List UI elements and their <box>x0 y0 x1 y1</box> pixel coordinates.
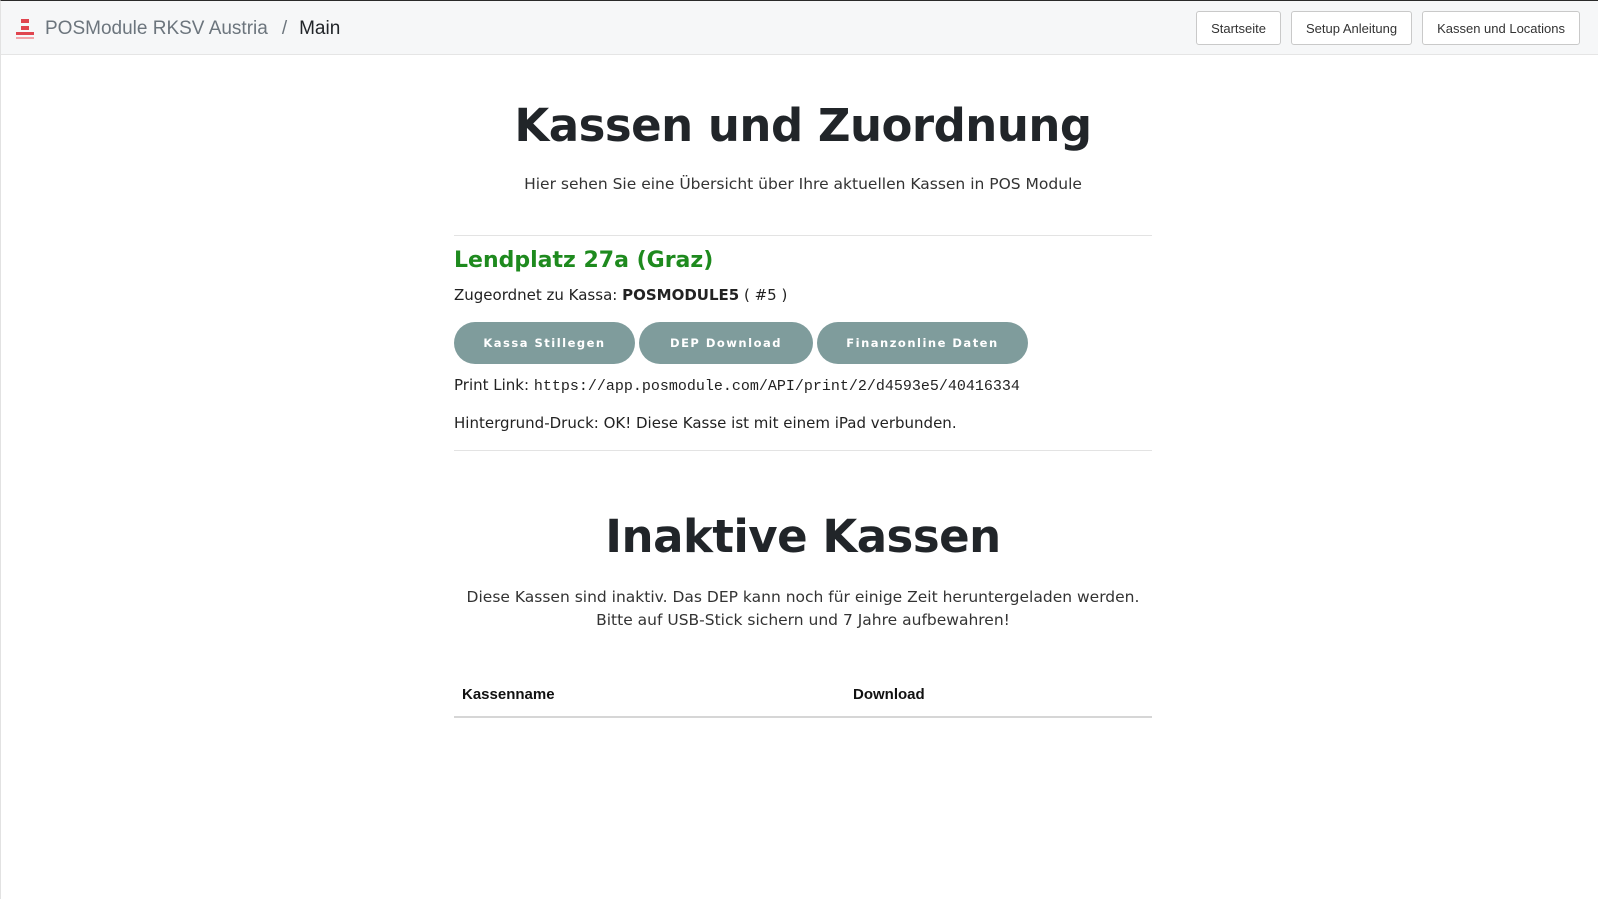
kassa-stillegen-button[interactable]: Kassa Stillegen <box>454 322 635 364</box>
assigned-label: Zugeordnet zu Kassa: <box>454 286 618 304</box>
register-number: ( #5 ) <box>743 286 788 304</box>
divider <box>454 450 1152 451</box>
page-subtitle: Hier sehen Sie eine Übersicht über Ihre … <box>524 175 1082 193</box>
dep-download-button[interactable]: DEP Download <box>639 322 813 364</box>
breadcrumb: POSModule RKSV Austria / Main <box>15 15 340 43</box>
page-title: Kassen und Zuordnung <box>514 99 1092 152</box>
inactive-registers-table: Kassenname Download <box>454 672 1152 718</box>
startseite-button[interactable]: Startseite <box>1196 11 1281 45</box>
register-actions: Kassa Stillegen DEP Download Finanzonlin… <box>454 322 1028 364</box>
print-link: Print Link: https://app.posmodule.com/AP… <box>454 376 1020 395</box>
top-navbar: POSModule RKSV Austria / Main Startseite… <box>1 1 1598 55</box>
divider <box>454 235 1152 236</box>
table-header-row: Kassenname Download <box>454 672 1152 718</box>
column-header-kassenname: Kassenname <box>454 672 845 718</box>
brand-link[interactable]: POSModule RKSV Austria <box>45 18 268 40</box>
inactive-title: Inaktive Kassen <box>605 510 1001 563</box>
print-link-label: Print Link: <box>454 376 530 394</box>
breadcrumb-separator: / <box>281 18 288 39</box>
top-nav: Startseite Setup Anleitung Kassen und Lo… <box>1196 11 1580 45</box>
column-header-download: Download <box>845 672 1152 718</box>
assigned-register: Zugeordnet zu Kassa: POSMODULE5 ( #5 ) <box>454 286 787 304</box>
kassen-locations-button[interactable]: Kassen und Locations <box>1422 11 1580 45</box>
posmodule-logo-icon <box>15 18 35 40</box>
finanzonline-daten-button[interactable]: Finanzonline Daten <box>817 322 1028 364</box>
location-name: Lendplatz 27a (Graz) <box>454 248 714 273</box>
register-name: POSMODULE5 <box>622 286 740 304</box>
inactive-description: Diese Kassen sind inaktiv. Das DEP kann … <box>466 588 1140 629</box>
background-print-status: Hintergrund-Druck: OK! Diese Kasse ist m… <box>454 414 957 432</box>
setup-anleitung-button[interactable]: Setup Anleitung <box>1290 11 1413 45</box>
breadcrumb-current: Main <box>299 18 341 39</box>
print-link-url[interactable]: https://app.posmodule.com/API/print/2/d4… <box>534 378 1020 395</box>
